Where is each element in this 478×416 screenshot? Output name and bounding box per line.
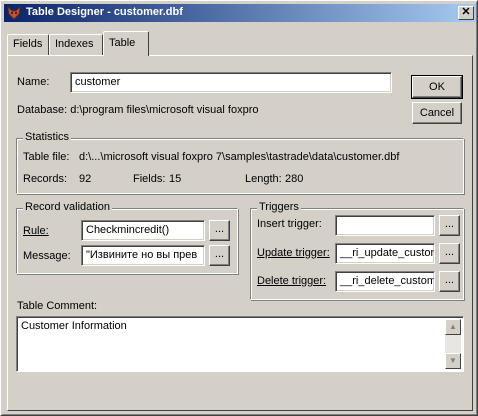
rule-builder-button[interactable]: ... bbox=[209, 220, 230, 241]
table-comment-text: Customer Information bbox=[21, 320, 127, 332]
insert-trigger-field[interactable] bbox=[335, 215, 435, 236]
table-designer-window: Table Designer - customer.dbf ✕ Fields I… bbox=[0, 0, 478, 416]
table-comment-field[interactable]: Customer Information ▲ ▼ bbox=[16, 316, 464, 372]
triggers-title: Triggers bbox=[257, 201, 301, 213]
update-trigger-label: Update trigger: bbox=[257, 247, 330, 259]
message-builder-button[interactable]: ... bbox=[209, 245, 230, 266]
statistics-title: Statistics bbox=[23, 131, 72, 143]
foxpro-fox-icon bbox=[7, 5, 21, 20]
delete-trigger-field[interactable]: __ri_delete_custom bbox=[335, 271, 435, 292]
database-path: Database: d:\program files\microsoft vis… bbox=[17, 104, 259, 116]
fields-label: Fields: bbox=[133, 173, 166, 185]
fields-value: 15 bbox=[169, 173, 182, 185]
insert-trigger-label: Insert trigger: bbox=[257, 218, 322, 230]
insert-trigger-builder-button[interactable]: ... bbox=[439, 215, 460, 236]
scroll-up-arrow-icon[interactable]: ▲ bbox=[445, 319, 461, 335]
table-file-label: Table file: bbox=[23, 151, 70, 163]
tab-fields[interactable]: Fields bbox=[7, 34, 49, 55]
record-validation-title: Record validation bbox=[23, 201, 112, 213]
delete-trigger-label: Delete trigger: bbox=[257, 275, 327, 287]
delete-trigger-builder-button[interactable]: ... bbox=[439, 271, 460, 292]
rule-label: Rule: bbox=[23, 225, 49, 237]
comment-scrollbar[interactable]: ▲ ▼ bbox=[445, 319, 461, 369]
table-file-value: d:\...\microsoft visual foxpro 7\samples… bbox=[79, 151, 400, 163]
tab-indexes[interactable]: Indexes bbox=[49, 34, 103, 55]
table-tab-panel: Name: customer Database: d:\program file… bbox=[7, 55, 473, 411]
tab-table[interactable]: Table bbox=[103, 31, 149, 56]
title-bar[interactable]: Table Designer - customer.dbf ✕ bbox=[4, 4, 476, 22]
rule-field[interactable]: Checkmincredit() bbox=[81, 220, 205, 241]
update-trigger-field[interactable]: __ri_update_custon bbox=[335, 243, 435, 264]
name-label: Name: bbox=[17, 76, 50, 88]
window-title: Table Designer - customer.dbf bbox=[26, 6, 183, 18]
scroll-down-arrow-icon[interactable]: ▼ bbox=[445, 353, 461, 369]
length-value: 280 bbox=[285, 173, 304, 185]
update-trigger-builder-button[interactable]: ... bbox=[439, 243, 460, 264]
records-value: 92 bbox=[79, 173, 92, 185]
length-label: Length: bbox=[245, 173, 282, 185]
statistics-group: Statistics Table file: d:\...\microsoft … bbox=[16, 131, 464, 194]
name-field[interactable]: customer bbox=[70, 72, 392, 93]
records-label: Records: bbox=[23, 173, 68, 185]
ok-button[interactable]: OK bbox=[411, 75, 463, 99]
cancel-button[interactable]: Cancel bbox=[412, 102, 462, 124]
triggers-group: Triggers Insert trigger: ... Update trig… bbox=[250, 201, 464, 300]
close-button[interactable]: ✕ bbox=[458, 6, 474, 20]
message-label: Message: bbox=[23, 250, 71, 262]
table-comment-label: Table Comment: bbox=[17, 300, 98, 312]
record-validation-group: Record validation Rule: Checkmincredit()… bbox=[16, 201, 238, 274]
message-field[interactable]: "Извините но вы прев bbox=[81, 245, 205, 266]
